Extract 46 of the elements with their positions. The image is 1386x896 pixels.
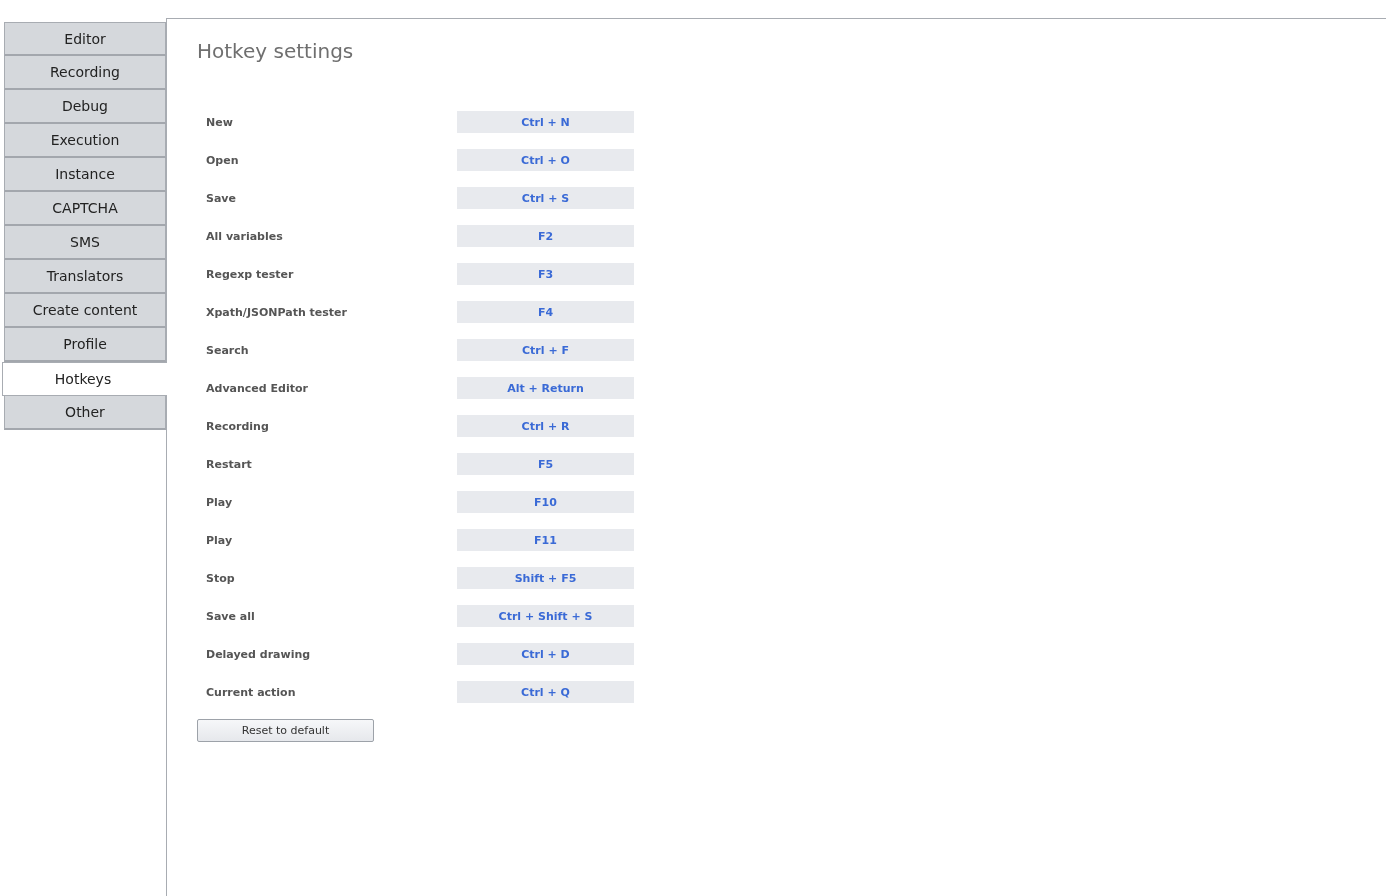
sidebar-tab[interactable]: Execution (4, 124, 166, 158)
sidebar-tab[interactable]: Other (4, 396, 166, 430)
action-label: Recording (206, 419, 270, 433)
action-label: Save all (206, 609, 256, 623)
action-label: Restart (206, 457, 253, 471)
sidebar-tab[interactable]: Instance (4, 158, 166, 192)
hotkey-field[interactable]: Ctrl + Shift + S (457, 605, 634, 627)
hotkey-field[interactable]: F3 (457, 263, 634, 285)
sidebar-tab[interactable]: Recording (4, 56, 166, 90)
action-label: Play (206, 495, 234, 509)
sidebar-tab[interactable]: Editor (4, 22, 166, 56)
hotkey-field[interactable]: Shift + F5 (457, 567, 634, 589)
action-label: Regexp tester (206, 267, 295, 281)
hotkey-field[interactable]: F4 (457, 301, 634, 323)
action-label: Delayed drawing (206, 647, 312, 661)
sidebar-tab[interactable]: Translators (4, 260, 166, 294)
hotkey-field[interactable]: F2 (457, 225, 634, 247)
hotkey-field[interactable]: Ctrl + D (457, 643, 634, 665)
action-label: Search (206, 343, 250, 357)
hotkey-field[interactable]: F5 (457, 453, 634, 475)
action-label: Advanced Editor (206, 381, 309, 395)
action-label: Play (206, 533, 234, 547)
action-label: Save (206, 191, 237, 205)
hotkey-field[interactable]: Ctrl + F (457, 339, 634, 361)
action-label: New (206, 115, 234, 129)
sidebar-tab[interactable]: Profile (4, 328, 166, 362)
hotkey-field[interactable]: F11 (457, 529, 634, 551)
hotkey-field[interactable]: Alt + Return (457, 377, 634, 399)
action-label: Current action (206, 685, 297, 699)
hotkey-field[interactable]: Ctrl + R (457, 415, 634, 437)
hotkey-field[interactable]: Ctrl + N (457, 111, 634, 133)
hotkey-field[interactable]: Ctrl + S (457, 187, 634, 209)
action-label: Open (206, 153, 240, 167)
action-label: Stop (206, 571, 236, 585)
hotkey-field[interactable]: Ctrl + Q (457, 681, 634, 703)
panel-title: Hotkey settings (197, 39, 355, 63)
hotkey-field[interactable]: F10 (457, 491, 634, 513)
sidebar-tab[interactable]: Debug (4, 90, 166, 124)
sidebar-tab[interactable]: SMS (4, 226, 166, 260)
sidebar-tab[interactable]: CAPTCHA (4, 192, 166, 226)
reset-button[interactable]: Reset to default (197, 719, 374, 742)
sidebar-tab[interactable]: Hotkeys (2, 362, 167, 396)
sidebar-tab[interactable]: Create content (4, 294, 166, 328)
action-label: All variables (206, 229, 284, 243)
hotkey-field[interactable]: Ctrl + O (457, 149, 634, 171)
action-label: Xpath/JSONPath tester (206, 305, 348, 319)
